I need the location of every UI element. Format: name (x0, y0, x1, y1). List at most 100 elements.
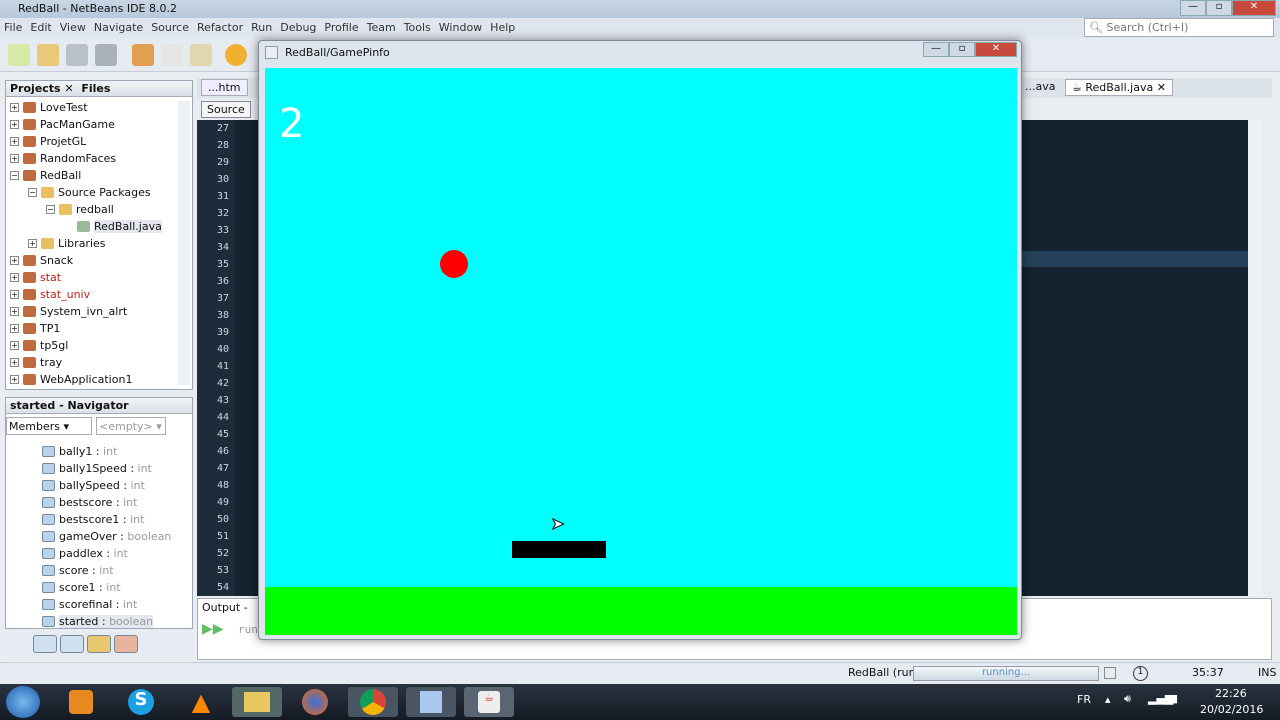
java-taskbar-icon[interactable]: ☕ (464, 687, 514, 717)
tab-files[interactable]: Files (81, 82, 110, 95)
search-input[interactable]: 🔍︎ Search (Ctrl+I) (1084, 18, 1274, 37)
private-filter-icon[interactable] (87, 635, 111, 653)
chrome-icon[interactable] (348, 687, 398, 717)
fields-filter-icon[interactable] (33, 635, 57, 653)
project-tree-item[interactable]: RedBall.java (64, 218, 162, 235)
tab-ava[interactable]: ...ava (1019, 79, 1061, 94)
navigator-member[interactable]: paddlex : int (42, 545, 128, 562)
expand-toggle-icon[interactable]: − (28, 188, 37, 197)
project-tree-item[interactable]: + ProjetGL (10, 133, 86, 150)
inherited-filter-icon[interactable] (114, 635, 138, 653)
notifications-icon[interactable]: 1 (1133, 666, 1148, 681)
project-tree-item[interactable]: + System_ivn_alrt (10, 303, 127, 320)
firefox-icon[interactable] (290, 687, 340, 717)
expand-toggle-icon[interactable]: + (10, 120, 19, 129)
skype-icon[interactable]: S (116, 687, 166, 717)
expand-toggle-icon[interactable]: + (10, 324, 19, 333)
navigator-member[interactable]: bestscore : int (42, 494, 137, 511)
expand-toggle-icon[interactable]: + (10, 103, 19, 112)
project-tree-item[interactable]: − redball (46, 201, 114, 218)
tab-redball-java[interactable]: ☕ RedBall.java ✕ (1065, 79, 1173, 96)
new-file-icon[interactable] (8, 44, 30, 66)
tab-htm[interactable]: ...htm (201, 79, 248, 96)
project-tree-item[interactable]: + TP1 (10, 320, 60, 337)
clock-date[interactable]: 20/02/2016 (1200, 703, 1263, 716)
paste-icon[interactable] (190, 44, 212, 66)
source-tab[interactable]: Source (201, 101, 251, 118)
project-tree-item[interactable]: + stat_univ (10, 286, 90, 303)
maximize-button[interactable]: ▫ (1206, 0, 1232, 16)
close-button[interactable]: ✕ (1232, 0, 1276, 16)
menu-source[interactable]: Source (147, 18, 193, 34)
expand-toggle-icon[interactable]: + (10, 154, 19, 163)
game-canvas[interactable]: 2 ➤ (265, 68, 1017, 635)
menu-refactor[interactable]: Refactor (193, 18, 247, 34)
project-tree-item[interactable]: + LoveTest (10, 99, 88, 116)
expand-toggle-icon[interactable]: + (10, 358, 19, 367)
network-icon[interactable]: ▂▄▆ (1148, 692, 1173, 705)
navigator-member[interactable]: gameOver : boolean (42, 528, 171, 545)
open-project-icon[interactable] (66, 44, 88, 66)
start-button[interactable] (6, 686, 40, 718)
expand-toggle-icon[interactable]: − (46, 205, 55, 214)
menu-debug[interactable]: Debug (276, 18, 320, 34)
rerun-icon[interactable]: ▶▶ (202, 621, 224, 637)
menu-team[interactable]: Team (363, 18, 400, 34)
expand-toggle-icon[interactable]: + (10, 137, 19, 146)
paddle[interactable] (512, 541, 606, 558)
navigator-member[interactable]: bally1 : int (42, 443, 117, 460)
menu-navigate[interactable]: Navigate (90, 18, 147, 34)
expand-toggle-icon[interactable]: + (10, 375, 19, 384)
show-hidden-icons[interactable]: ▴ (1105, 693, 1111, 706)
navigator-member[interactable]: bestscore1 : int (42, 511, 144, 528)
game-close-button[interactable]: ✕ (975, 42, 1017, 57)
game-maximize-button[interactable]: ▫ (949, 42, 975, 57)
navigator-member[interactable]: score1 : int (42, 579, 121, 596)
expand-toggle-icon[interactable]: + (10, 273, 19, 282)
menu-run[interactable]: Run (247, 18, 276, 34)
new-project-icon[interactable] (37, 44, 59, 66)
battery-icon[interactable]: ▮ (1172, 692, 1178, 705)
project-tree-item[interactable]: + Libraries (28, 235, 106, 252)
project-tree-item[interactable]: + tray (10, 354, 62, 371)
menu-file[interactable]: File (0, 18, 26, 34)
menu-edit[interactable]: Edit (26, 18, 55, 34)
clock-time[interactable]: 22:26 (1215, 687, 1247, 700)
project-tree-item[interactable]: + RandomFaces (10, 150, 116, 167)
undo-icon[interactable] (225, 44, 247, 66)
empty-dropdown[interactable]: <empty> ▾ (96, 417, 166, 435)
minimize-button[interactable]: — (1180, 0, 1206, 16)
editor-scrollbar[interactable] (1248, 120, 1262, 596)
members-dropdown[interactable]: Members ▾ (6, 417, 92, 435)
project-tree-item[interactable]: − RedBall (10, 167, 81, 184)
cancel-task-icon[interactable] (1104, 667, 1116, 679)
cut-icon[interactable] (132, 44, 154, 66)
expand-toggle-icon[interactable]: − (10, 171, 19, 180)
projects-scrollbar[interactable] (178, 101, 190, 385)
navigator-member[interactable]: ballySpeed : int (42, 477, 145, 494)
project-tree-item[interactable]: − Source Packages (28, 184, 151, 201)
menu-profile[interactable]: Profile (320, 18, 362, 34)
tab-projects[interactable]: Projects (10, 82, 61, 95)
project-tree-item[interactable]: + tp5gl (10, 337, 68, 354)
menu-view[interactable]: View (56, 18, 90, 34)
menu-tools[interactable]: Tools (400, 18, 435, 34)
expand-toggle-icon[interactable]: + (10, 256, 19, 265)
menu-window[interactable]: Window (435, 18, 486, 34)
static-filter-icon[interactable] (60, 635, 84, 653)
explorer-icon[interactable] (232, 687, 282, 717)
volume-icon[interactable]: 🔊︎ (1124, 692, 1131, 706)
language-indicator[interactable]: FR (1077, 693, 1091, 706)
game-minimize-button[interactable]: — (923, 42, 949, 57)
menu-help[interactable]: Help (486, 18, 519, 34)
navigator-member[interactable]: bally1Speed : int (42, 460, 152, 477)
expand-toggle-icon[interactable]: + (28, 239, 37, 248)
copy-icon[interactable] (161, 44, 183, 66)
expand-toggle-icon[interactable]: + (10, 307, 19, 316)
project-tree-item[interactable]: + WebApplication1 (10, 371, 132, 388)
navigator-member[interactable]: started : boolean (42, 613, 154, 630)
vlc-icon[interactable]: ▲ (176, 687, 226, 717)
project-tree-item[interactable]: + stat (10, 269, 61, 286)
project-tree-item[interactable]: + PacManGame (10, 116, 115, 133)
close-project-icon[interactable] (95, 44, 117, 66)
